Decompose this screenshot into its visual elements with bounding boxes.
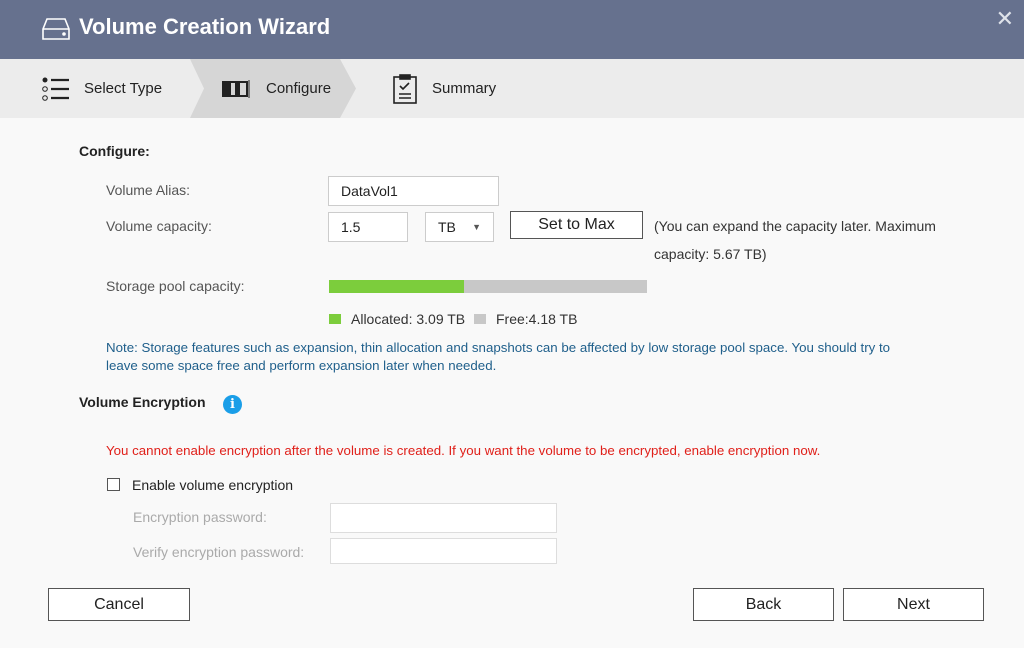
password-input[interactable] xyxy=(330,503,557,533)
step-summary: Summary xyxy=(392,59,496,118)
legend-allocated: Allocated: 3.09 TB xyxy=(329,311,465,327)
note-line-1: Note: Storage features such as expansion… xyxy=(106,340,891,355)
alias-label: Volume Alias: xyxy=(106,182,191,198)
unit-select[interactable]: TB ▼ xyxy=(425,212,494,242)
step-label: Select Type xyxy=(84,80,163,97)
window-title: Volume Creation Wizard xyxy=(79,14,331,39)
pool-label: Storage pool capacity: xyxy=(106,278,245,294)
capacity-hint-max: capacity: 5.67 TB) xyxy=(654,246,767,262)
set-to-max-button[interactable]: Set to Max xyxy=(510,211,643,239)
verify-password-input[interactable] xyxy=(330,538,557,564)
step-configure: Configure xyxy=(222,59,331,118)
allocated-text: Allocated: 3.09 TB xyxy=(351,311,466,327)
info-icon[interactable]: i xyxy=(223,395,242,414)
enable-encryption-label: Enable volume encryption xyxy=(132,477,294,493)
free-swatch xyxy=(474,314,486,324)
verify-label: Verify encryption password: xyxy=(133,544,305,560)
encryption-heading: Volume Encryption xyxy=(79,394,206,410)
next-button[interactable]: Next xyxy=(843,588,984,621)
note-line-2: leave some space free and perform expans… xyxy=(106,358,497,373)
back-button[interactable]: Back xyxy=(693,588,834,621)
capacity-input[interactable]: 1.5 xyxy=(328,212,408,242)
step-label: Summary xyxy=(432,80,497,97)
capacity-hint: (You can expand the capacity later. Maxi… xyxy=(654,218,936,234)
cancel-button[interactable]: Cancel xyxy=(48,588,190,621)
capacity-label: Volume capacity: xyxy=(106,218,212,234)
encryption-warning: You cannot enable encryption after the v… xyxy=(106,443,821,458)
alias-input[interactable]: DataVol1 xyxy=(328,176,499,206)
drive-icon xyxy=(42,17,70,44)
close-icon[interactable]: ✕ xyxy=(996,6,1014,32)
chevron-down-icon: ▼ xyxy=(472,222,481,232)
step-select-type: Select Type xyxy=(42,59,162,118)
step-label: Configure xyxy=(266,80,332,97)
allocated-fill xyxy=(329,280,465,293)
allocated-swatch xyxy=(329,314,341,324)
clipboard-icon xyxy=(393,73,417,104)
pool-capacity-bar xyxy=(329,280,647,293)
title-bar: Volume Creation Wizard ✕ xyxy=(0,0,1024,59)
volume-icon xyxy=(222,79,250,98)
unit-value: TB xyxy=(438,219,456,235)
list-icon xyxy=(42,77,69,101)
free-text: Free:4.18 TB xyxy=(496,311,578,327)
configure-heading: Configure: xyxy=(79,143,150,159)
legend-free: Free:4.18 TB xyxy=(474,311,577,327)
password-label: Encryption password: xyxy=(133,509,267,525)
wizard-steps: Select Type Configure Summary xyxy=(0,59,1024,118)
enable-encryption-checkbox[interactable] xyxy=(107,478,120,491)
